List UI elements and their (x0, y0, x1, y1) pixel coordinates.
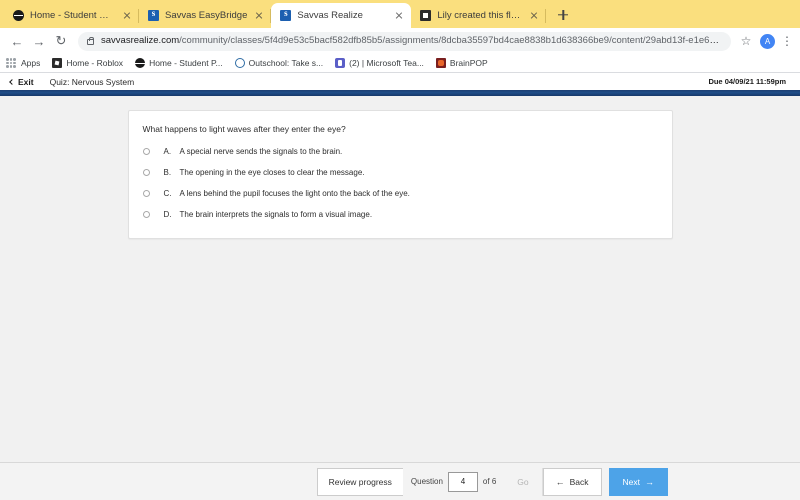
question-prompt: What happens to light waves after they e… (142, 124, 346, 134)
reload-icon[interactable]: ↻ (50, 30, 72, 52)
bookmarks-bar: Apps Home - Roblox Home - Student P... O… (0, 54, 800, 73)
question-label: Question (410, 477, 443, 486)
review-progress-button[interactable]: Review progress (316, 467, 403, 496)
bookmark-label: Outschool: Take s... (248, 58, 324, 68)
bookmark-label: Home - Roblox (66, 58, 124, 68)
brainpop-icon (435, 58, 446, 68)
address-bar[interactable]: savvasrealize.com/community/classes/5f4d… (78, 31, 731, 51)
browser-tab[interactable]: Savvas EasyBridge (139, 3, 272, 28)
document-icon (420, 10, 432, 21)
tab-title: Savvas Realize (297, 10, 363, 21)
lock-icon (87, 36, 94, 45)
question-card: What happens to light waves after they e… (127, 110, 673, 240)
choice-letter: D. (163, 210, 172, 220)
radio-button[interactable] (142, 211, 150, 219)
tab-strip: Home - Student Portal Savvas EasyBridge … (0, 0, 800, 28)
choice-letter: C. (163, 189, 172, 199)
quiz-nav-controls: Review progress Question of 6 Go ← Back … (316, 467, 668, 496)
browser-tab[interactable]: Home - Student Portal (4, 3, 139, 28)
quiz-navigation-bar: Review progress Question of 6 Go ← Back … (0, 462, 800, 500)
answer-choice-c[interactable]: C. A lens behind the pupil focuses the l… (142, 189, 658, 199)
tab-title: Lily created this flow chart to e (437, 10, 523, 21)
back-button[interactable]: ← Back (542, 467, 602, 496)
bookmark-star-icon[interactable]: ☆ (737, 34, 755, 48)
savvas-icon (280, 8, 292, 21)
tab-title: Home - Student Portal (30, 10, 115, 21)
bookmark-label: (2) | Microsoft Tea... (349, 58, 424, 68)
url-host: savvasrealize.com (101, 36, 180, 46)
back-icon[interactable]: ← (6, 30, 28, 52)
new-tab-button[interactable] (552, 4, 574, 26)
avatar[interactable]: A (760, 33, 775, 49)
browser-tab[interactable]: Lily created this flow chart to e (411, 3, 547, 28)
quiz-header: Exit Quiz: Nervous System Due 04/09/21 1… (0, 73, 800, 90)
globe-icon (13, 10, 24, 21)
tab-title: Savvas EasyBridge (165, 10, 248, 21)
radio-button[interactable] (142, 190, 150, 198)
bookmark-label: Apps (21, 58, 41, 68)
bookmark-label: Home - Student P... (149, 58, 223, 68)
browser-window: Home - Student Portal Savvas EasyBridge … (0, 0, 800, 500)
radio-button[interactable] (142, 169, 150, 177)
bookmark-item[interactable]: Home - Roblox (52, 58, 123, 68)
savvas-icon (148, 8, 159, 21)
next-label: Next (622, 476, 640, 487)
choice-text: A special nerve sends the signals to the… (179, 147, 343, 157)
question-jump-group: Question of 6 (402, 467, 505, 496)
choice-text: A lens behind the pupil focuses the ligh… (179, 189, 410, 199)
browser-toolbar: ← → ↻ savvasrealize.com/community/classe… (0, 28, 800, 54)
arrow-left-icon: ← (555, 476, 565, 487)
bookmark-item[interactable]: Home - Student P... (135, 58, 223, 68)
arrow-right-icon: → (645, 476, 654, 487)
answer-choice-b[interactable]: B. The opening in the eye closes to clea… (142, 168, 658, 178)
close-icon[interactable] (252, 9, 265, 22)
choice-letter: B. (163, 168, 172, 178)
due-date-label: Due 04/09/21 11:59pm (708, 77, 786, 86)
page-viewport: Exit Quiz: Nervous System Due 04/09/21 1… (0, 73, 800, 500)
chevron-left-icon (9, 78, 15, 85)
browser-tab-active[interactable]: Savvas Realize (271, 3, 412, 28)
bookmark-item[interactable]: Outschool: Take s... (234, 58, 324, 68)
quiz-content-area: What happens to light waves after they e… (0, 96, 800, 462)
bookmark-apps[interactable]: Apps (6, 58, 40, 68)
go-button: Go (504, 467, 543, 496)
close-icon[interactable] (527, 9, 540, 22)
exit-button[interactable]: Exit (9, 76, 34, 87)
answer-choice-d[interactable]: D. The brain interprets the signals to f… (142, 210, 658, 220)
chrome-menu-icon[interactable]: ⋮ (780, 35, 794, 47)
close-icon[interactable] (120, 9, 133, 22)
globe-icon (135, 58, 146, 68)
roblox-icon (52, 58, 63, 68)
choice-text: The opening in the eye closes to clear t… (179, 168, 365, 178)
page-title: Quiz: Nervous System (49, 76, 135, 87)
forward-icon[interactable]: → (28, 30, 50, 52)
radio-button[interactable] (142, 148, 150, 156)
url-text: savvasrealize.com/community/classes/5f4d… (101, 36, 722, 46)
choice-letter: A. (163, 147, 172, 157)
outschool-icon (234, 58, 245, 68)
url-path: /community/classes/5f4d9e53c5bacf582dfb8… (179, 36, 722, 46)
back-label: Back (569, 476, 589, 487)
question-number-input[interactable] (447, 471, 478, 492)
bookmark-item[interactable]: (2) | Microsoft Tea... (335, 58, 424, 68)
bookmark-label: BrainPOP (449, 58, 488, 68)
apps-grid-icon (6, 58, 16, 68)
bookmark-item[interactable]: BrainPOP (435, 58, 488, 68)
question-total-label: of 6 (482, 477, 497, 486)
choice-text: The brain interprets the signals to form… (179, 210, 373, 220)
answer-choice-a[interactable]: A. A special nerve sends the signals to … (142, 147, 658, 157)
teams-icon (335, 58, 346, 68)
exit-label: Exit (18, 76, 34, 87)
close-icon[interactable] (392, 9, 405, 22)
next-button[interactable]: Next → (608, 467, 668, 496)
